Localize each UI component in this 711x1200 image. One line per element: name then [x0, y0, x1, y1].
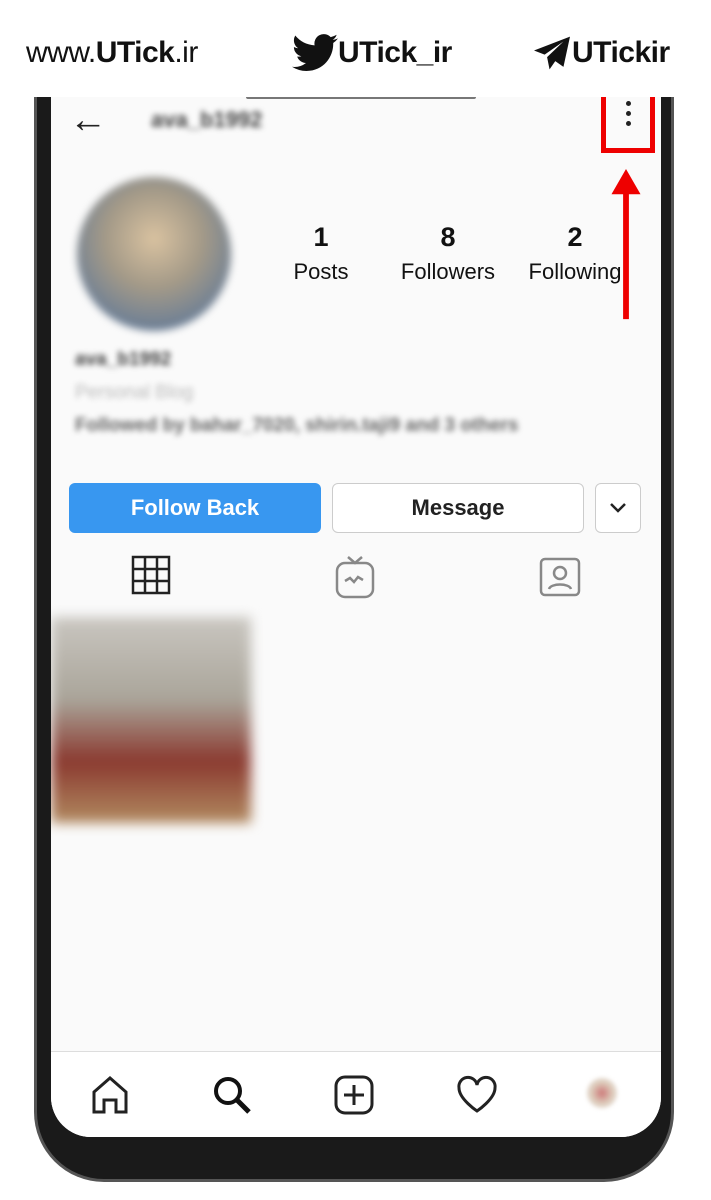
home-icon[interactable] [89, 1074, 131, 1116]
suggestions-dropdown-button[interactable] [595, 483, 641, 533]
profile-avatar-nav[interactable] [587, 1078, 617, 1108]
profile-avatar[interactable] [77, 177, 231, 331]
posts-count: 1 [313, 222, 329, 252]
posts-label: Posts [293, 259, 349, 284]
telegram-watermark: UTickir [532, 30, 670, 76]
follow-back-button[interactable]: Follow Back [69, 483, 321, 533]
message-button[interactable]: Message [332, 483, 584, 533]
heart-icon[interactable] [455, 1074, 499, 1116]
post-thumbnail[interactable] [51, 617, 251, 823]
phone-frame: ← ava_b1992 1 Posts 8 Followers 2 Following… [34, 97, 674, 1182]
followers-count: 8 [440, 222, 456, 252]
profile-tabs [51, 547, 661, 617]
following-label: Following [528, 259, 622, 284]
igtv-icon[interactable] [335, 555, 375, 599]
grid-icon[interactable] [131, 555, 171, 595]
website-bold: UTick [95, 36, 175, 69]
following-count: 2 [567, 222, 583, 252]
twitter-icon [292, 34, 338, 72]
add-icon[interactable] [333, 1074, 375, 1116]
tagged-icon[interactable] [539, 555, 581, 597]
stat-followers[interactable]: 8 Followers [383, 222, 513, 285]
stat-posts[interactable]: 1 Posts [256, 222, 386, 285]
website-prefix: www. [26, 36, 96, 69]
twitter-handle: UTick_ir [338, 36, 452, 69]
telegram-handle: UTickir [572, 36, 670, 69]
followers-label: Followers [400, 259, 496, 284]
search-icon[interactable] [211, 1074, 253, 1116]
more-options-icon[interactable] [624, 101, 632, 126]
website-suffix: .ir [174, 36, 198, 69]
top-bar: ← ava_b1992 [51, 97, 661, 153]
more-options-highlight [601, 97, 655, 153]
website-watermark: www. UTick .ir [26, 30, 198, 76]
profile-name: ava_b1992 [75, 349, 172, 370]
twitter-watermark: UTick_ir [292, 30, 452, 76]
followed-by-text[interactable]: Followed by bahar_7020, shirin.taji9 and… [75, 415, 518, 437]
bottom-nav [51, 1051, 661, 1137]
stat-following[interactable]: 2 Following [510, 222, 640, 285]
chevron-down-icon [610, 503, 626, 513]
profile-category: Personal Blog [75, 382, 194, 403]
profile-username-title: ava_b1992 [151, 107, 263, 132]
back-arrow-icon[interactable]: ← [69, 99, 107, 142]
instagram-profile-screen: ← ava_b1992 1 Posts 8 Followers 2 Following… [51, 97, 661, 1137]
telegram-icon [534, 36, 570, 70]
